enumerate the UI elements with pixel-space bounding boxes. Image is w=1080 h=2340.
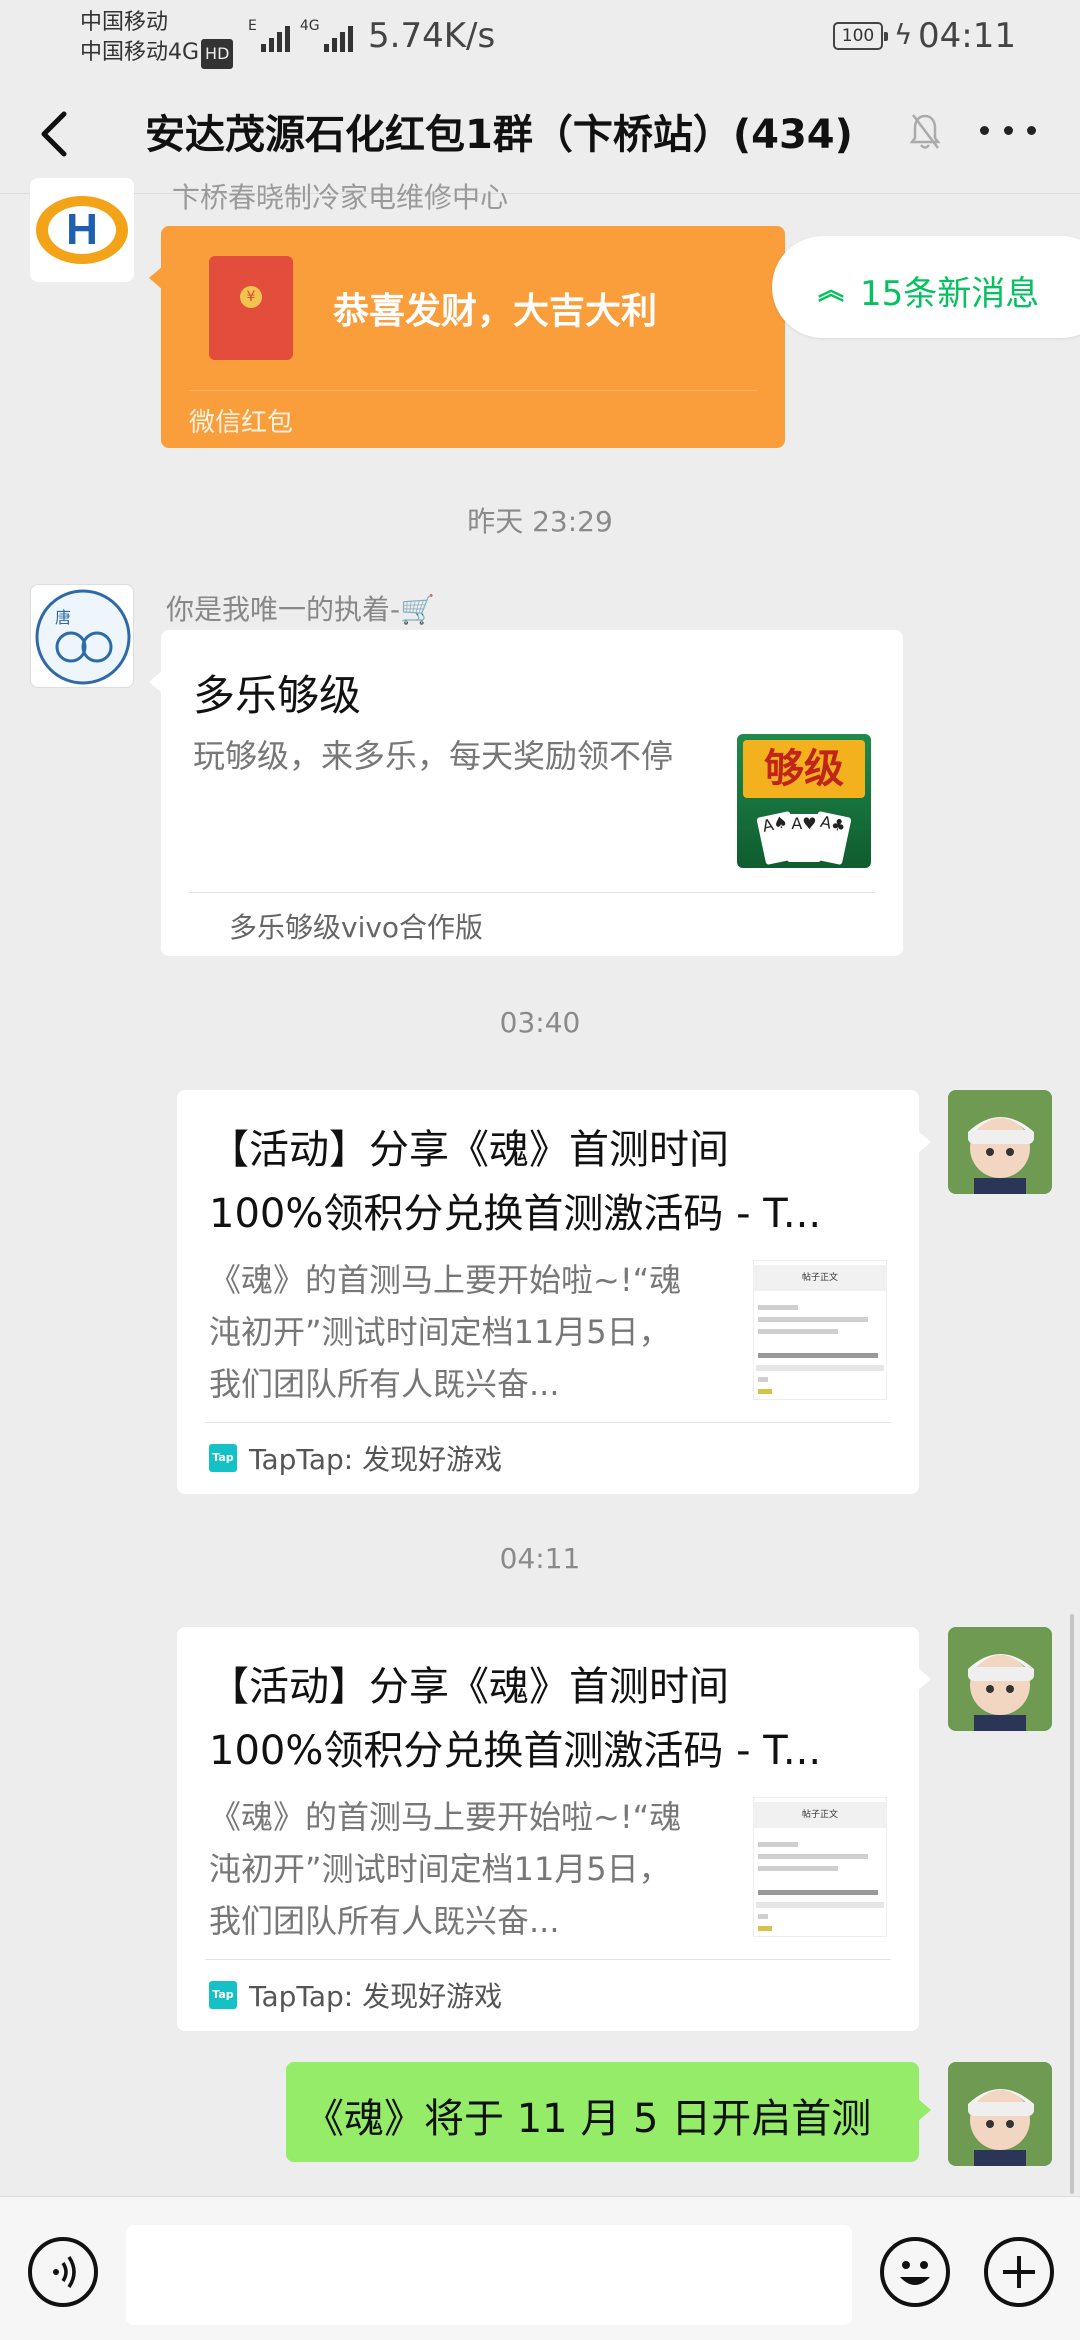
sent-text-message[interactable]: 《魂》将于 11 月 5 日开启首测 — [286, 2062, 931, 2162]
link-card-description: 《魂》的首测马上要开始啦~!“魂沌初开”测试时间定档11月5日，我们团队所有人既… — [209, 1261, 682, 1403]
link-card-source: TapTap: 发现好游戏 — [249, 1443, 503, 1476]
sender-name-1: 卞桥春晓制冷家电维修中心 — [172, 181, 509, 214]
link-card-thumbnail: 帖子正文 — [753, 1260, 887, 1400]
red-packet-wish: 恭喜发财，大吉大利 — [333, 291, 658, 332]
carrier-1: 中国移动 — [80, 10, 169, 35]
new-messages-pill[interactable]: ︽ 15条新消息 — [772, 236, 1080, 338]
taptap-icon: Tap — [209, 1444, 237, 1472]
taptap-icon: Tap — [209, 1981, 237, 2009]
message-input[interactable] — [126, 2225, 852, 2325]
carrier-2: 中国移动4G — [80, 40, 200, 65]
mini-program-thumbnail: 够级 A♠ A♥ A♣ — [737, 734, 871, 868]
sender-name-2: 你是我唯一的执着-🛒 — [166, 593, 435, 626]
avatar[interactable]: 唐 — [30, 584, 134, 688]
emoji-icon[interactable] — [880, 2237, 950, 2307]
more-dots-icon[interactable] — [980, 126, 1036, 142]
bell-off-icon — [910, 114, 940, 149]
status-time: 04:11 — [918, 16, 1016, 56]
thumb-header: 帖子正文 — [754, 1265, 886, 1291]
timestamp: 03:40 — [499, 1006, 581, 1039]
signal-indicators: E 4G — [248, 18, 353, 52]
charging-icon: ϟ — [894, 18, 913, 51]
mini-program-thumbnail-text: 够级 — [743, 740, 865, 798]
timestamp: 昨天 23:29 — [467, 505, 613, 538]
timestamp: 04:11 — [499, 1542, 581, 1575]
red-envelope-icon: ¥ — [209, 256, 293, 360]
child-photo-avatar-icon — [948, 1627, 1052, 1731]
cartoon-avatar-icon: 唐 — [35, 589, 131, 685]
link-card-title: 【活动】分享《魂》首测时间 100%领积分兑换首测激活码 - T... — [209, 1127, 822, 1237]
mini-program-source: 多乐够级vivo合作版 — [229, 911, 484, 944]
avatar[interactable] — [948, 1090, 1052, 1194]
chat-header: 安达茂源石化红包1群（卞桥站）(434) — [0, 72, 1080, 194]
svg-text:唐: 唐 — [55, 608, 71, 627]
double-chevron-up-icon: ︽ — [818, 276, 845, 306]
hd-badge: HD — [201, 39, 234, 69]
child-photo-avatar-icon — [948, 1090, 1052, 1194]
battery-icon: 100 — [833, 22, 888, 50]
chevron-left-icon[interactable] — [30, 106, 80, 162]
status-bar: 中国移动 中国移动4G HD E 4G 5.74K/s 100 ϟ 04:11 — [0, 0, 1080, 72]
chat-title: 安达茂源石化红包1群（卞桥站）(434) — [145, 112, 853, 158]
hq-logo-icon: H — [36, 196, 128, 264]
signal-bars-4g-icon — [323, 22, 353, 52]
scrollbar[interactable] — [1070, 1614, 1074, 2194]
mini-program-card[interactable]: 多乐够级 玩够级，来多乐，每天奖励领不停 够级 A♠ A♥ A♣ 多乐够级viv… — [149, 630, 903, 956]
avatar[interactable]: H — [30, 178, 134, 282]
plus-icon[interactable] — [984, 2237, 1054, 2307]
new-messages-label: 15条新消息 — [860, 274, 1040, 314]
voice-icon[interactable] — [28, 2237, 98, 2307]
sent-text: 《魂》将于 11 月 5 日开启首测 — [304, 2096, 872, 2142]
link-card-thumbnail: 帖子正文 — [753, 1797, 887, 1937]
mini-program-title: 多乐够级 — [193, 671, 362, 720]
link-card-description: 《魂》的首测马上要开始啦~!“魂沌初开”测试时间定档11月5日，我们团队所有人既… — [209, 1798, 682, 1940]
link-card[interactable]: 【活动】分享《魂》首测时间 100%领积分兑换首测激活码 - T... 《魂》的… — [177, 1090, 931, 1494]
avatar[interactable] — [948, 2062, 1052, 2166]
net-speed: 5.74K/s — [368, 16, 496, 56]
avatar[interactable] — [948, 1627, 1052, 1731]
red-packet-message[interactable]: ¥ 恭喜发财，大吉大利 微信红包 — [149, 226, 785, 448]
link-card[interactable]: 【活动】分享《魂》首测时间 100%领积分兑换首测激活码 - T... 《魂》的… — [177, 1627, 931, 2031]
signal-label-e: E — [248, 18, 257, 34]
child-photo-avatar-icon — [948, 2062, 1052, 2166]
mini-program-description: 玩够级，来多乐，每天奖励领不停 — [193, 737, 674, 775]
svg-text:H: H — [66, 205, 98, 254]
carrier-info: 中国移动 中国移动4G HD — [80, 8, 234, 69]
network-label-4g: 4G — [299, 18, 320, 34]
signal-bars-icon — [260, 22, 290, 52]
link-card-source: TapTap: 发现好游戏 — [249, 1980, 503, 2013]
input-bar — [0, 2196, 1080, 2340]
thumb-header: 帖子正文 — [754, 1802, 886, 1828]
red-packet-label: 微信红包 — [189, 408, 294, 438]
link-card-title: 【活动】分享《魂》首测时间 100%领积分兑换首测激活码 - T... — [209, 1664, 822, 1774]
